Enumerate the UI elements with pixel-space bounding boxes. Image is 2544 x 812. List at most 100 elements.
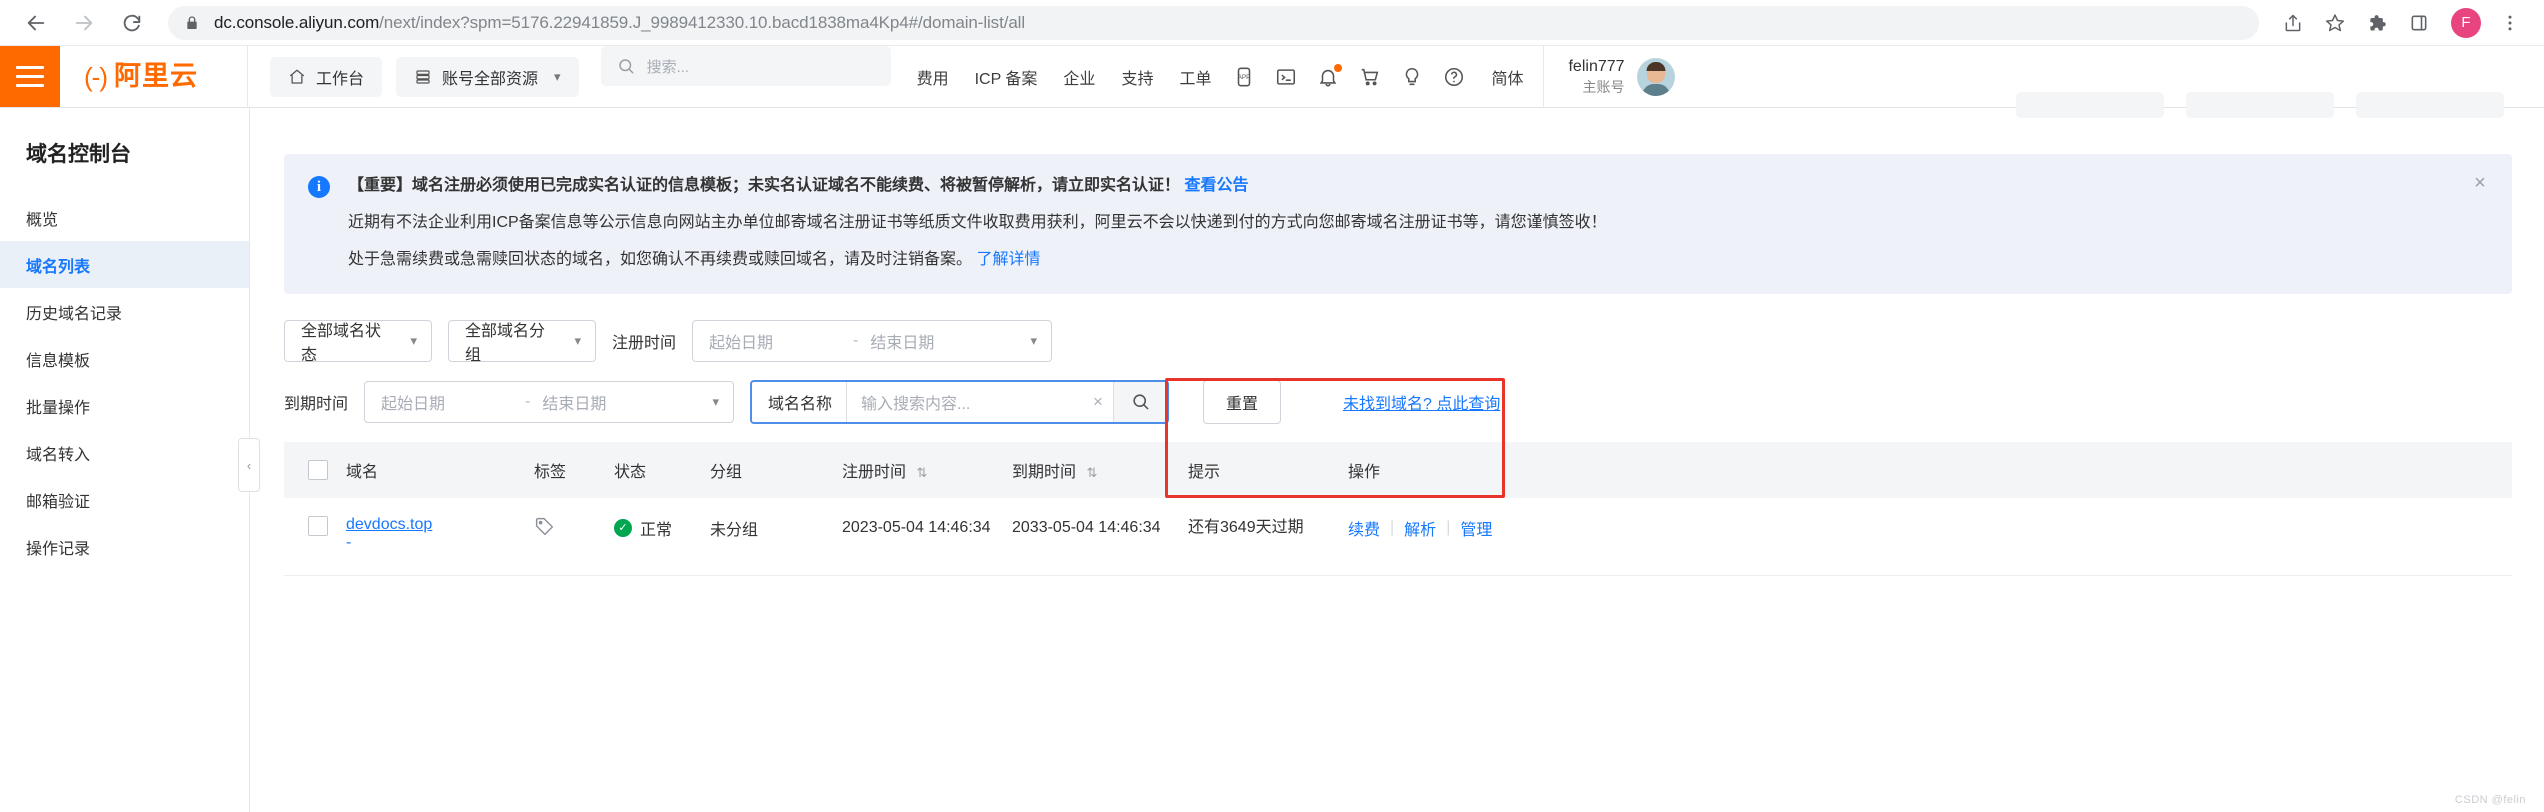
action-divider: | [1446, 518, 1451, 536]
nav-item-icp[interactable]: ICP 备案 [975, 65, 1038, 89]
reset-button[interactable]: 重置 [1202, 379, 1281, 424]
cell-domain: devdocs.top - [346, 516, 534, 552]
column-header-exp-time[interactable]: 到期时间 ⇅ [1012, 458, 1188, 482]
sidebar-item-label: 域名转入 [26, 446, 91, 464]
sort-icon[interactable]: ⇅ [1086, 465, 1097, 480]
top-tile [2186, 92, 2334, 118]
date-separator: - [525, 392, 531, 410]
help-question-icon[interactable] [1443, 66, 1465, 88]
row-checkbox[interactable] [308, 515, 328, 536]
reload-button[interactable] [110, 1, 154, 45]
bookmark-star-icon[interactable] [2315, 3, 2355, 43]
column-header-reg-time[interactable]: 注册时间 ⇅ [842, 458, 1012, 482]
banner-announcement-link[interactable]: 查看公告 [1184, 177, 1248, 194]
sort-icon[interactable]: ⇅ [916, 465, 927, 480]
action-manage[interactable]: 管理 [1460, 516, 1492, 540]
column-header-tip: 提示 [1188, 463, 1221, 481]
address-bar[interactable]: dc.console.aliyun.com/next/index?spm=517… [168, 5, 2259, 40]
domain-group-select[interactable]: 全部域名分组 ▾ [448, 319, 596, 364]
domain-search-input[interactable]: 输入搜索内容... [847, 382, 1083, 422]
language-switch[interactable]: 简体 [1491, 65, 1523, 89]
extensions-puzzle-icon[interactable] [2357, 3, 2397, 43]
select-all-checkbox[interactable] [308, 459, 328, 480]
clear-icon[interactable]: × [1083, 382, 1113, 422]
domain-table: 域名 标签 状态 分组 注册时间 ⇅ 到期时间 ⇅ 提示 操作 devdocs.… [284, 441, 2512, 576]
nav-item-support[interactable]: 支持 [1121, 65, 1153, 89]
cloudshell-terminal-icon[interactable] [1275, 66, 1297, 88]
banner-details-link[interactable]: 了解详情 [976, 251, 1040, 268]
notifications-bell-icon[interactable] [1317, 63, 1343, 88]
main-content: i 【重要】域名注册必须使用已完成实名认证的信息模板；未实名认证域名不能续费、将… [250, 92, 2544, 812]
reg-end-date-input[interactable]: 结束日期 [870, 329, 1002, 353]
action-resolve[interactable]: 解析 [1404, 516, 1436, 540]
sidebar-item-overview[interactable]: 概览 [0, 194, 249, 241]
browser-tool-icons: F [2273, 3, 2530, 43]
table-row[interactable]: devdocs.top - ✓ 正常 未分组 2023-05-04 14:46:… [284, 498, 2512, 576]
resource-selector[interactable]: 账号全部资源 ▾ [396, 56, 579, 97]
aliyun-logo[interactable]: (-) 阿里云 [60, 46, 248, 107]
menu-hamburger-button[interactable] [0, 46, 60, 107]
exp-start-date-input[interactable]: 起始日期 [381, 390, 513, 414]
status-ok-icon: ✓ [614, 518, 632, 537]
resource-selector-label: 账号全部资源 [442, 70, 539, 88]
app-icon[interactable]: APP [1233, 66, 1255, 88]
chevron-down-icon: ▾ [1030, 332, 1038, 348]
cell-group: 未分组 [710, 521, 759, 539]
select-all-checkbox-cell[interactable] [284, 459, 346, 480]
close-icon[interactable]: × [2470, 173, 2490, 194]
svg-text:APP: APP [1238, 73, 1251, 80]
back-button[interactable] [14, 1, 58, 45]
exp-time-daterange[interactable]: 起始日期 - 结束日期 ▾ [364, 380, 735, 423]
sidebar-item-operation-log[interactable]: 操作记录 [0, 523, 249, 570]
filter-panel: 全部域名状态 ▾ 全部域名分组 ▾ 注册时间 起始日期 - 结束日期 ▾ 到期时… [284, 319, 2512, 424]
shopping-cart-icon[interactable] [1359, 66, 1381, 88]
side-panel-icon[interactable] [2399, 3, 2439, 43]
search-icon [1133, 394, 1149, 410]
user-account-menu[interactable]: felin777 主账号 [1543, 46, 1694, 107]
column-header-exp-time-label: 到期时间 [1012, 463, 1077, 481]
share-icon[interactable] [2273, 3, 2313, 43]
reg-start-date-input[interactable]: 起始日期 [709, 329, 841, 353]
sidebar-item-info-template[interactable]: 信息模板 [0, 335, 249, 382]
sidebar-item-batch-ops[interactable]: 批量操作 [0, 382, 249, 429]
tag-icon[interactable] [534, 517, 555, 541]
sidebar: 域名控制台 概览 域名列表 历史域名记录 信息模板 批量操作 域名转入 邮箱验证… [0, 108, 260, 812]
avatar[interactable] [1636, 57, 1675, 96]
lightbulb-icon[interactable] [1401, 66, 1423, 88]
nav-item-ticket[interactable]: 工单 [1179, 65, 1211, 89]
sidebar-collapse-handle[interactable]: ‹ [238, 438, 260, 492]
domain-search-box[interactable]: 域名名称 输入搜索内容... × [750, 379, 1169, 424]
action-renew[interactable]: 续费 [1348, 516, 1380, 540]
reg-time-daterange[interactable]: 起始日期 - 结束日期 ▾ [692, 319, 1053, 362]
column-header-reg-time-label: 注册时间 [842, 463, 907, 481]
info-icon: i [308, 176, 330, 198]
chrome-menu-icon[interactable] [2490, 3, 2530, 43]
banner-line-3: 处于急需续费或急需赎回状态的域名，如您确认不再续费或赎回域名，请及时注销备案。 … [348, 248, 1607, 271]
lock-icon [184, 15, 200, 31]
nav-item-fee[interactable]: 费用 [917, 65, 949, 89]
workbench-button[interactable]: 工作台 [270, 56, 383, 97]
banner-line-2: 近期有不法企业利用ICP备案信息等公示信息向网站主办单位邮寄域名注册证书等纸质文… [348, 214, 1607, 232]
column-header-group: 分组 [710, 463, 743, 481]
sidebar-item-domain-list[interactable]: 域名列表 [0, 241, 249, 288]
sidebar-item-email-verify[interactable]: 邮箱验证 [0, 476, 249, 523]
forward-button[interactable] [62, 1, 106, 45]
aliyun-logo-text: 阿里云 [113, 61, 198, 91]
row-checkbox-cell[interactable] [284, 515, 346, 536]
exp-end-date-input[interactable]: 结束日期 [542, 390, 674, 414]
sidebar-item-transfer-in[interactable]: 域名转入 [0, 429, 249, 476]
chrome-profile-avatar[interactable]: F [2451, 7, 2481, 38]
cell-tag[interactable] [534, 516, 614, 542]
nav-item-enterprise[interactable]: 企业 [1063, 65, 1095, 89]
search-submit-button[interactable] [1112, 381, 1167, 422]
not-found-query-link[interactable]: 未找到域名? 点此查询 [1343, 390, 1500, 414]
domain-link[interactable]: devdocs.top [346, 516, 432, 533]
global-search-input[interactable]: 搜索... [600, 46, 891, 86]
domain-status-value: 全部域名状态 [301, 322, 382, 364]
user-role: 主账号 [1582, 78, 1625, 95]
workbench-label: 工作台 [316, 70, 365, 88]
domain-status-select[interactable]: 全部域名状态 ▾ [284, 319, 432, 364]
cell-operations: 续费 | 解析 | 管理 [1348, 516, 2512, 540]
sidebar-item-history[interactable]: 历史域名记录 [0, 288, 249, 335]
notice-banner: i 【重要】域名注册必须使用已完成实名认证的信息模板；未实名认证域名不能续费、将… [284, 154, 2512, 294]
